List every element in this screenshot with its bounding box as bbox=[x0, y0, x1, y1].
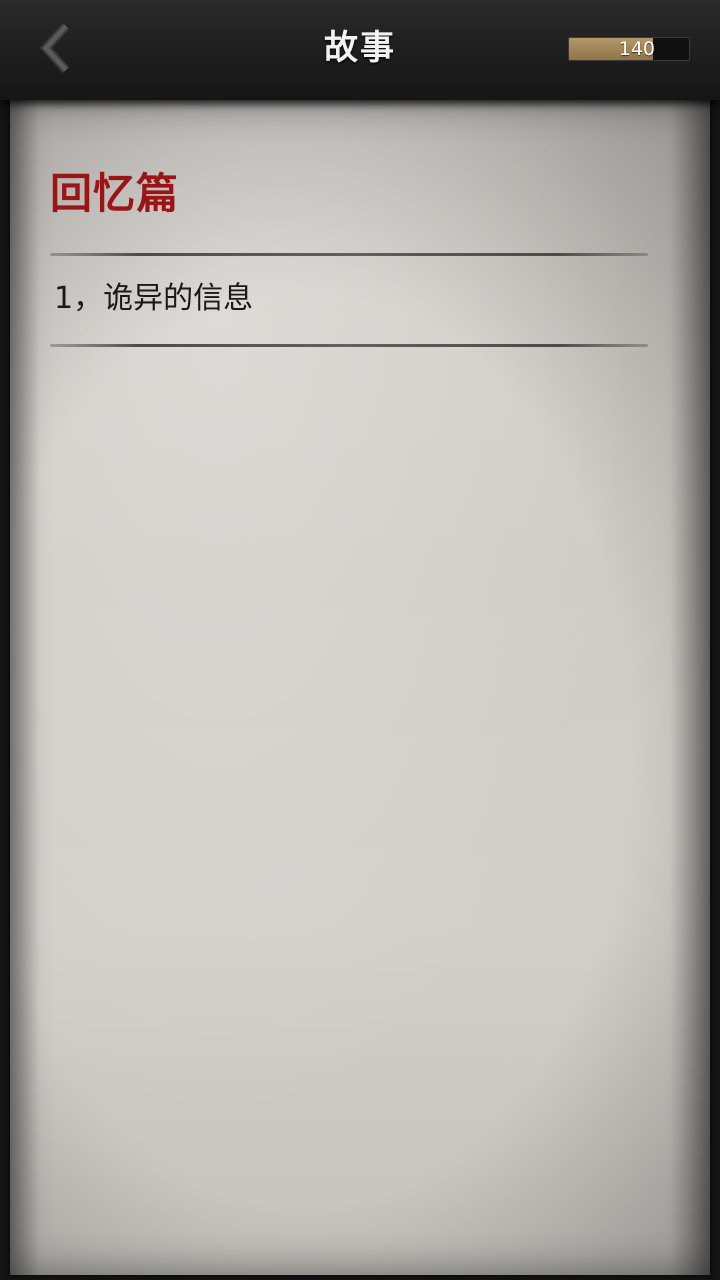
story-screen: 故事 140 回忆篇 1，诡异的信息 bbox=[0, 0, 720, 1280]
paper-shadow-left bbox=[10, 100, 40, 1275]
section-title: 回忆篇 bbox=[50, 169, 180, 218]
chapter-item[interactable]: 1，诡异的信息 bbox=[50, 258, 648, 342]
progress-meter-value: 140 bbox=[618, 38, 655, 60]
paper-panel: 回忆篇 1，诡异的信息 bbox=[10, 100, 710, 1275]
progress-meter: 140 bbox=[568, 37, 690, 61]
top-bar: 故事 140 bbox=[0, 0, 720, 100]
paper-shadow-right bbox=[670, 100, 710, 1275]
divider-bottom bbox=[50, 344, 648, 347]
chapter-label: 1，诡异的信息 bbox=[54, 281, 254, 316]
divider-top bbox=[50, 253, 648, 256]
